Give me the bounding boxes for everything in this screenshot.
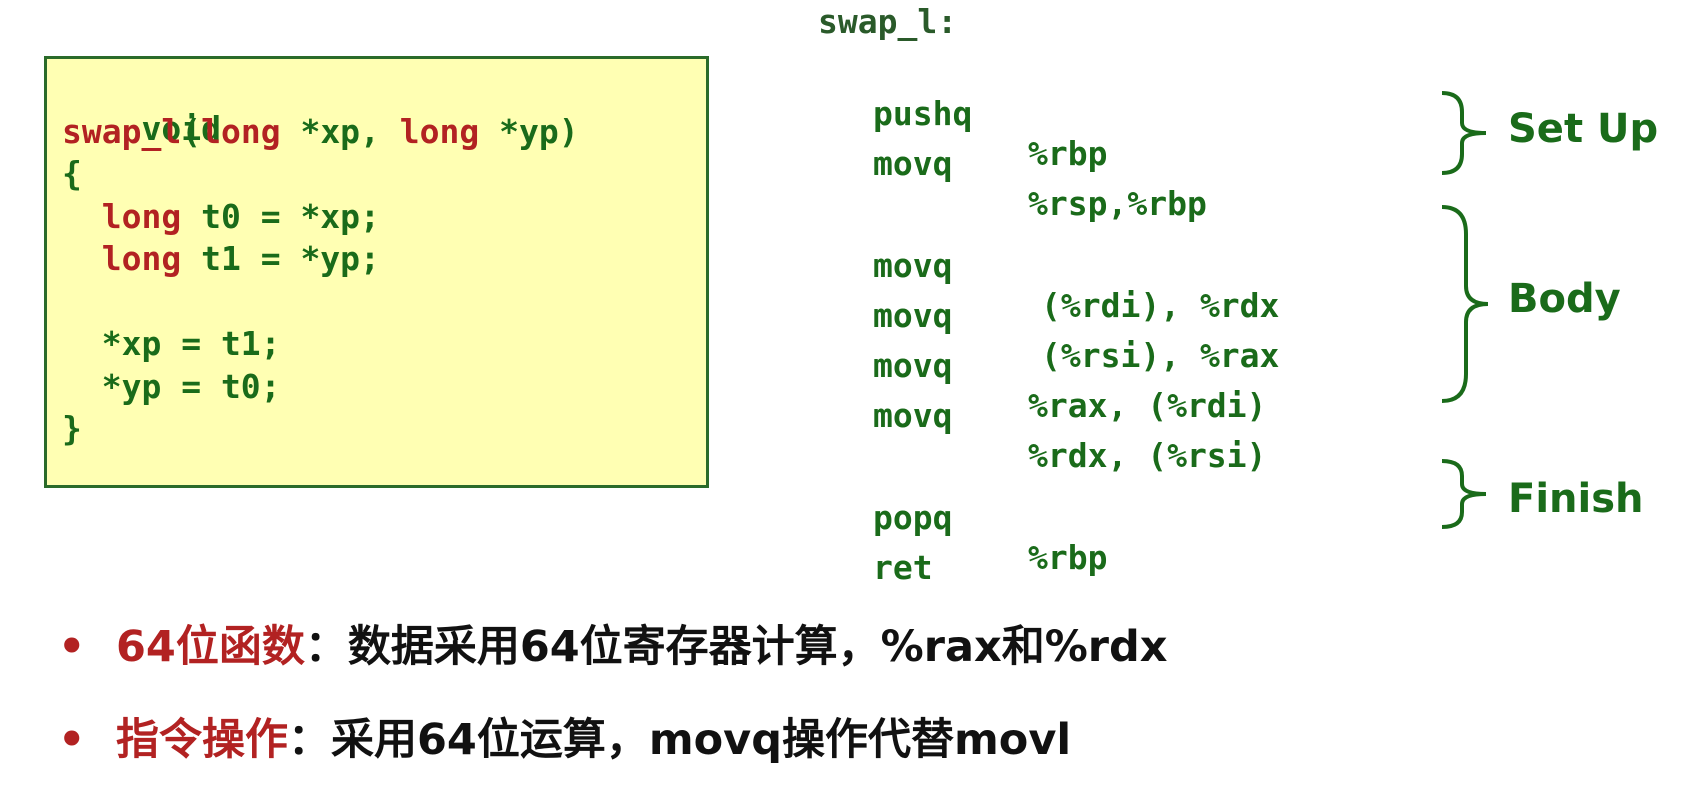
code-token: t0 = *xp; (181, 197, 380, 236)
code-token: *xp = t1; (62, 324, 281, 363)
asm-function-label: swap_l: (818, 2, 958, 41)
body-brace (1441, 205, 1489, 403)
asm-opcode: ret (873, 548, 933, 587)
code-token: swap_l (62, 112, 182, 151)
code-token: { (62, 154, 82, 193)
setup-brace (1441, 91, 1487, 175)
asm-instruction: movq (%rdi), %rdx (873, 206, 1373, 325)
asm-opcode: movq (873, 396, 953, 435)
finish-brace (1441, 459, 1487, 529)
asm-instruction: ret (873, 508, 1373, 587)
code-token: *yp = t0; (62, 367, 281, 406)
code-line-9: } (62, 409, 82, 449)
code-token: ( (181, 112, 202, 151)
code-token: long (101, 239, 182, 278)
c-code-box: void swap_l(long *xp, long *yp) { long t… (44, 56, 709, 488)
code-token: t1 = *yp; (181, 239, 380, 278)
code-token: long (201, 112, 281, 151)
bullet-item: • 指令操作：采用64位运算，movq操作代替movl (58, 705, 1071, 767)
setup-label: Set Up (1508, 106, 1659, 152)
code-token: } (62, 409, 82, 448)
asm-instruction: movq (%rsi), %rax (873, 256, 1373, 375)
code-token: long (101, 197, 182, 236)
asm-instruction: movq %rdx, (%rsi) (873, 356, 1373, 475)
asm-instruction: popq %rbp (873, 458, 1373, 577)
asm-instruction: movq %rax, (%rdi) (873, 306, 1373, 425)
bullet-marker: • (58, 622, 86, 672)
bullet-heading: 64位函数 (116, 622, 305, 672)
code-line-8: *yp = t0; (62, 367, 281, 407)
asm-instruction: movq %rsp,%rbp (873, 104, 1373, 223)
bullet-text: ：数据采用64位寄存器计算，%rax和%rdx (304, 622, 1168, 672)
code-line-2: swap_l(long *xp, long *yp) (62, 112, 579, 152)
finish-label: Finish (1508, 476, 1644, 522)
code-line-3: { (62, 154, 82, 194)
code-line-7: *xp = t1; (62, 324, 281, 364)
code-line-4: long t0 = *xp; (62, 197, 380, 237)
bullet-heading: 指令操作 (116, 715, 288, 765)
asm-opcode: movq (873, 144, 953, 183)
bullet-text: ：采用64位运算，movq操作代替movl (288, 715, 1072, 765)
code-token: *xp, (280, 112, 400, 151)
body-label: Body (1508, 276, 1621, 322)
code-token: long (399, 112, 480, 151)
asm-instruction: pushq %rbp (873, 54, 1373, 173)
bullet-item: • 64位函数：数据采用64位寄存器计算，%rax和%rdx (58, 612, 1168, 674)
code-token: *yp) (479, 112, 579, 151)
code-line-5: long t1 = *yp; (62, 239, 380, 279)
bullet-marker: • (58, 715, 86, 765)
